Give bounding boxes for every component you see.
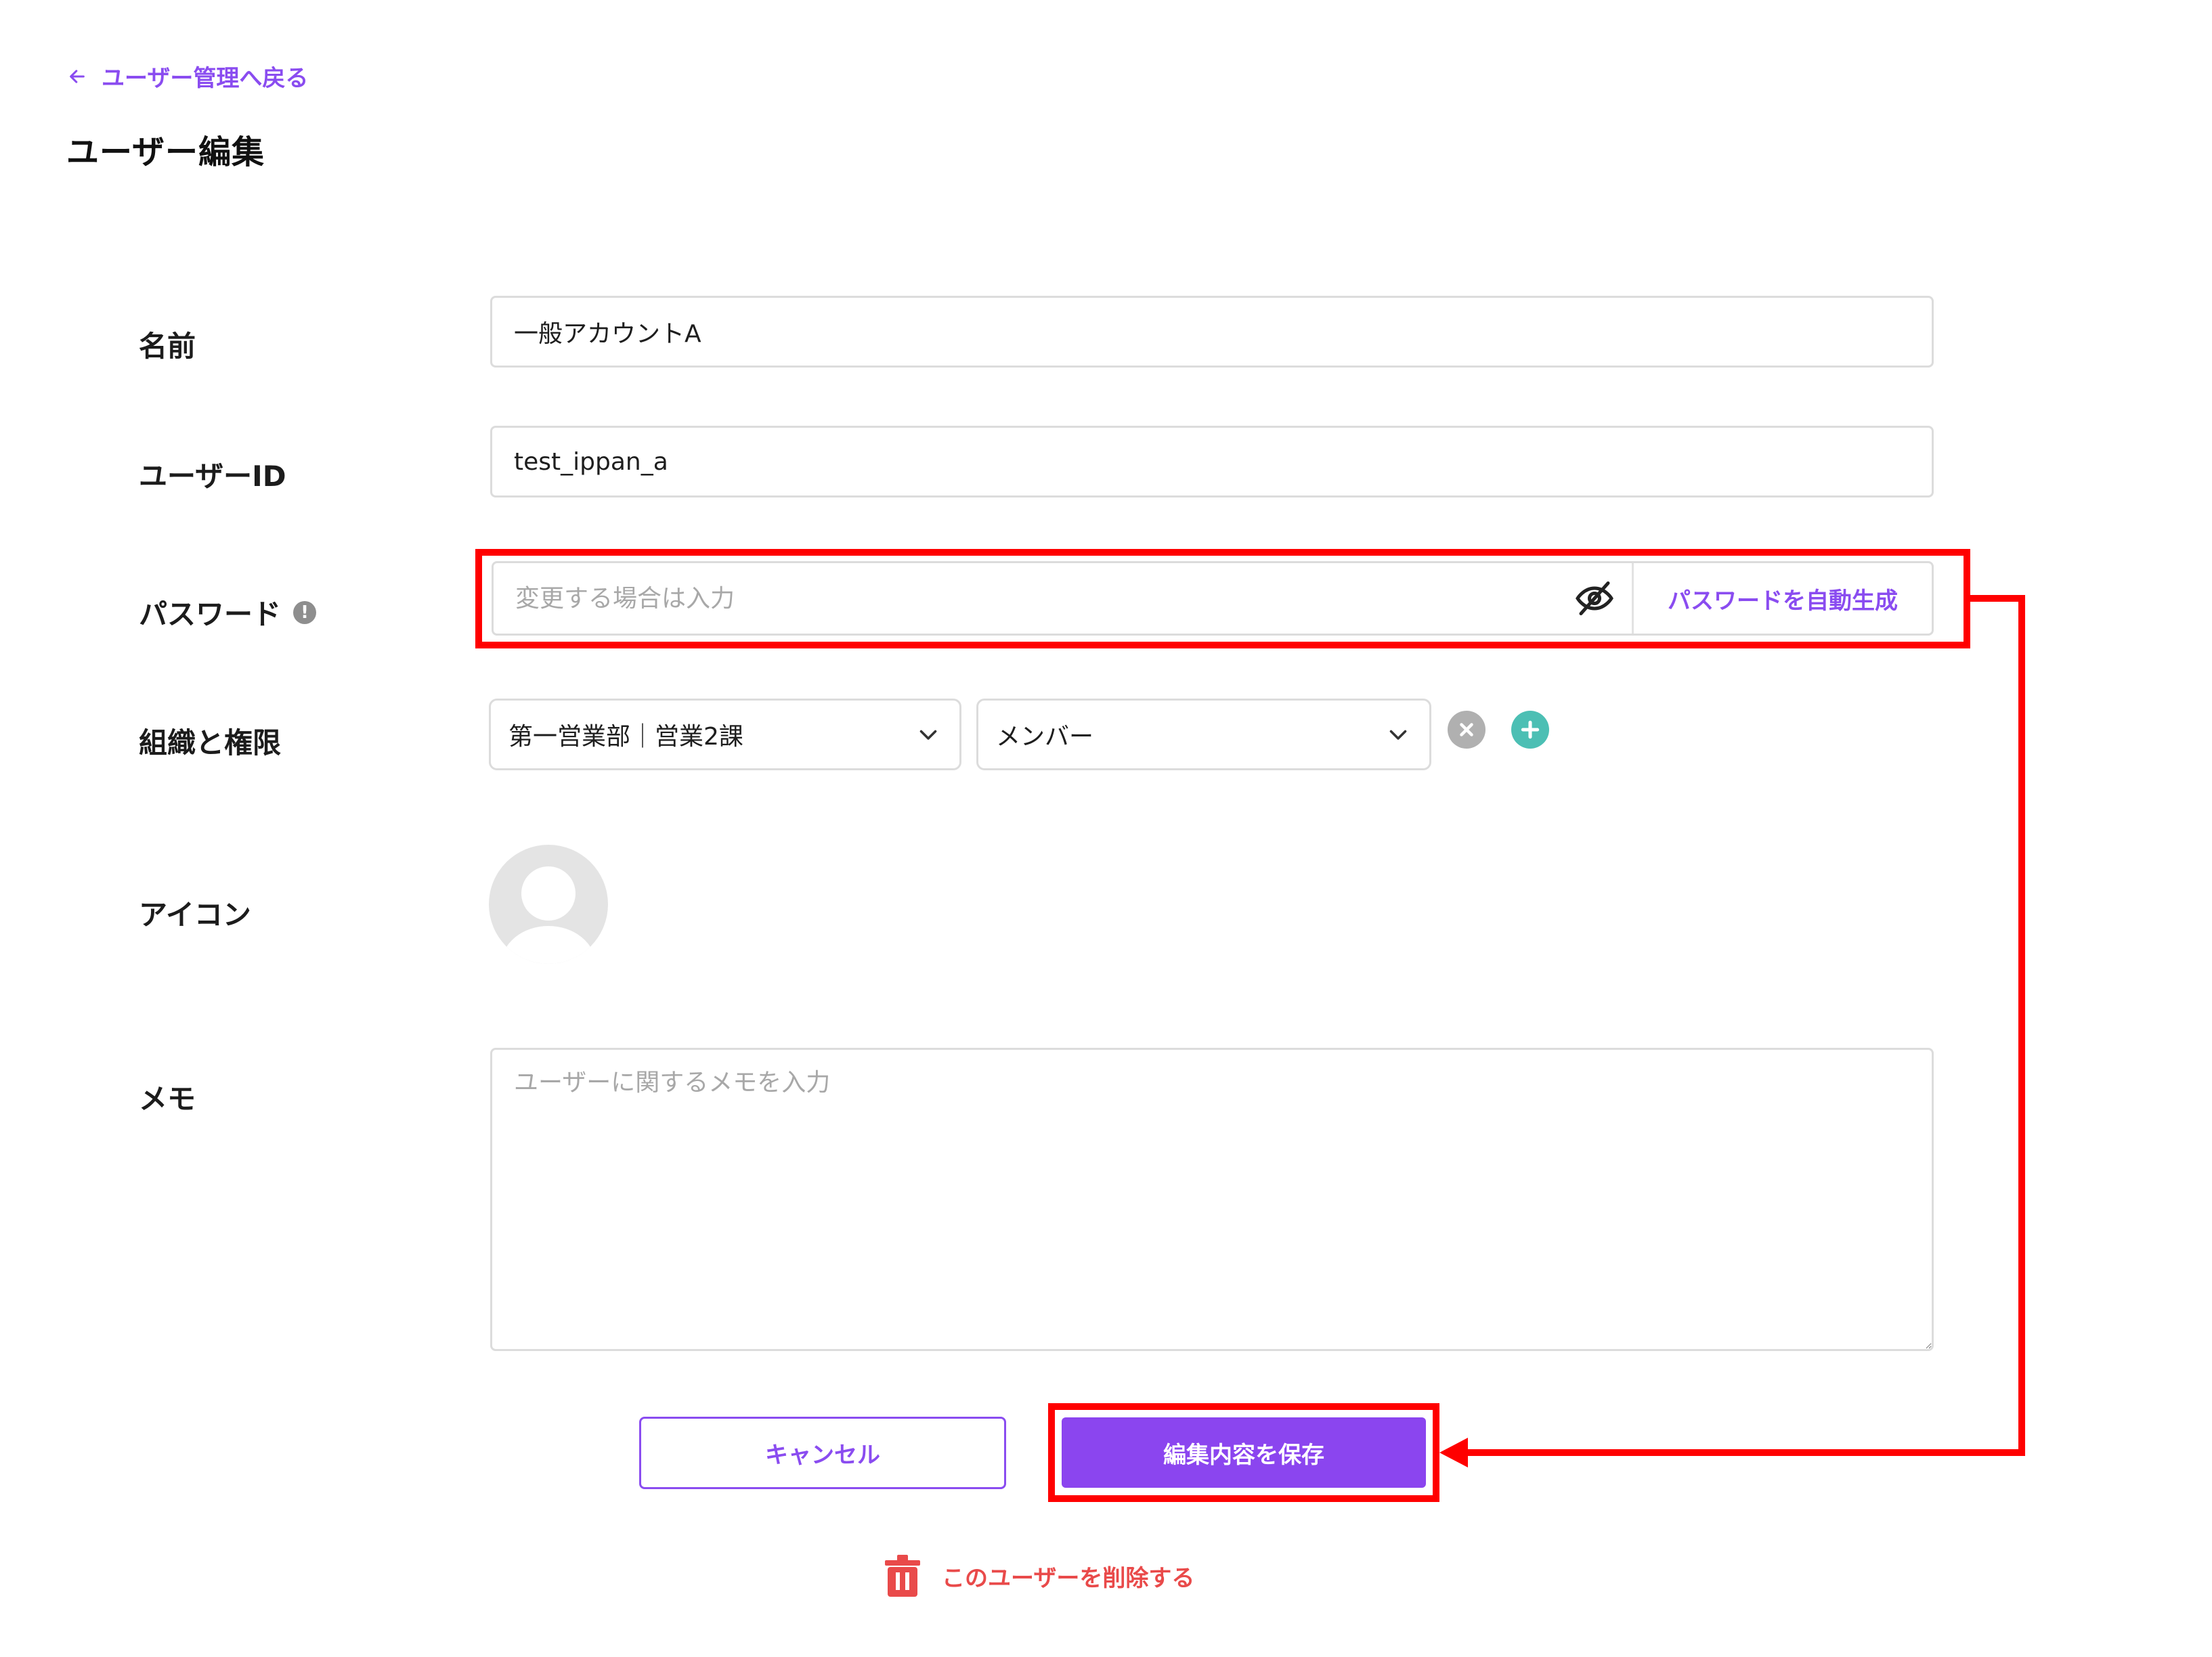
chevron-down-icon xyxy=(919,730,937,740)
role-select-value: メンバー xyxy=(996,723,1094,751)
default-avatar-icon xyxy=(501,866,596,964)
chevron-down-icon xyxy=(1389,730,1407,740)
add-circle-icon xyxy=(1521,720,1540,739)
add-org-button[interactable] xyxy=(1511,711,1549,749)
memo-label: メモ xyxy=(139,1076,196,1118)
remove-circle-icon xyxy=(1460,723,1473,736)
save-button[interactable]: 編集内容を保存 xyxy=(1062,1417,1426,1488)
department-select-value: 第一営業部｜営業2課 xyxy=(508,723,743,751)
org-role-label: 組織と権限 xyxy=(139,720,281,761)
org-role-label-text: 組織と権限 xyxy=(139,726,282,759)
trash-icon xyxy=(885,1555,920,1597)
remove-org-button[interactable] xyxy=(1448,711,1485,749)
icon-label-text: アイコン xyxy=(139,898,251,931)
cancel-button[interactable]: キャンセル xyxy=(639,1417,1006,1489)
icon-label: アイコン xyxy=(139,892,251,933)
role-select[interactable]: メンバー xyxy=(976,699,1431,770)
memo-label-text: メモ xyxy=(139,1082,196,1115)
delete-user-link[interactable]: このユーザーを削除する xyxy=(884,1555,1194,1597)
memo-textarea[interactable] xyxy=(490,1048,1934,1351)
avatar[interactable] xyxy=(489,845,608,964)
delete-user-label: このユーザーを削除する xyxy=(942,1564,1195,1592)
department-select[interactable]: 第一営業部｜営業2課 xyxy=(489,699,961,770)
annotation-arrow xyxy=(1439,595,2025,1467)
